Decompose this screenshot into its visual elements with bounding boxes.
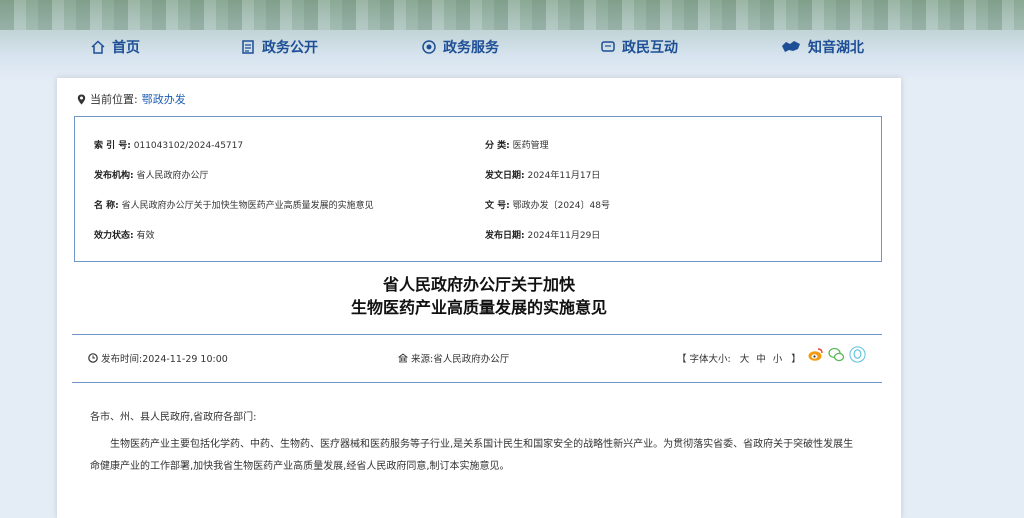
meta-issue-date-value: 2024年11月17日 [527,171,601,181]
document-meta-table: 索 引 号: 011043102/2024-45717 分 类: 医药管理 发布… [74,116,882,262]
nav-interaction[interactable]: 政民互动 [600,37,678,57]
body-paragraph-1: 生物医药产业主要包括化学药、中药、生物药、医疗器械和医药服务等子行业,是关系国计… [90,439,854,472]
meta-category-label: 分 类: [485,141,510,151]
qq-icon[interactable] [849,346,866,363]
banner-scenery [0,0,1024,30]
document-title-line1: 省人民政府办公厅关于加快 [382,275,575,294]
meta-org-value: 省人民政府办公厅 [136,171,209,181]
content-card: 当前位置: 鄂政办发 索 引 号: 011043102/2024-45717 分… [57,78,901,518]
meta-status-label: 效力状态: [94,231,134,241]
document-body: 各市、州、县人民政府,省政府各部门: 生物医药产业主要包括化学药、中药、生物药、… [90,407,860,478]
building-icon [398,353,408,363]
breadcrumb: 当前位置: 鄂政办发 [77,91,186,107]
publish-time: 发布时间:2024-11-29 10:00 [88,351,228,365]
meta-category: 分 类: 医药管理 [485,138,549,151]
clock-icon [88,353,98,363]
nav-gov-service-label: 政务服务 [443,40,499,56]
meta-index-value: 011043102/2024-45717 [133,141,244,151]
share-buttons [807,346,866,363]
font-size-medium[interactable]: 中 [756,351,766,365]
font-size-label: 【 字体大小: [677,354,731,365]
meta-docno-value: 鄂政办发〔2024〕48号 [512,201,610,211]
service-icon [422,40,436,54]
document-title-line2: 生物医药产业高质量发展的实施意见 [350,298,607,317]
meta-pub-date-value: 2024年11月29日 [527,231,601,241]
meta-docno: 文 号: 鄂政办发〔2024〕48号 [485,198,610,211]
publish-time-text: 发布时间:2024-11-29 10:00 [101,354,228,365]
font-size-close: 】 [791,354,801,365]
meta-pub-date: 发布日期: 2024年11月29日 [485,228,600,241]
meta-issue-date-label: 发文日期: [485,171,525,181]
main-nav: 首页 政务公开 政务服务 政民互动 知音湖北 [0,37,1024,61]
body-salutation: 各市、州、县人民政府,省政府各部门: [90,412,257,423]
meta-pub-date-label: 发布日期: [485,231,525,241]
nav-home-label: 首页 [112,40,140,56]
nav-zhiyin-hubei-label: 知音湖北 [808,40,864,56]
nav-gov-open[interactable]: 政务公开 [240,37,318,57]
document-info-bar: 发布时间:2024-11-29 10:00 来源:省人民政府办公厅 【 字体大小… [72,334,882,382]
meta-status: 效力状态: 有效 [94,228,155,241]
nav-zhiyin-hubei[interactable]: 知音湖北 [780,37,864,57]
chat-icon [601,41,615,52]
document-icon [242,40,254,54]
meta-org-label: 发布机构: [94,171,134,181]
meta-issue-date: 发文日期: 2024年11月17日 [485,168,600,181]
nav-home[interactable]: 首页 [90,37,140,57]
nav-gov-open-label: 政务公开 [262,40,318,56]
meta-status-value: 有效 [136,231,155,241]
source-text: 来源:省人民政府办公厅 [411,354,510,365]
wechat-icon[interactable] [828,346,845,363]
meta-org: 发布机构: 省人民政府办公厅 [94,168,209,181]
meta-name-value: 省人民政府办公厅关于加快生物医药产业高质量发展的实施意见 [121,201,374,211]
nav-gov-service[interactable]: 政务服务 [421,37,499,57]
font-size-controls: 【 字体大小: 大 中 小 】 [677,351,801,365]
nav-interaction-label: 政民互动 [622,40,678,56]
hubei-map-icon [782,41,800,52]
meta-docno-label: 文 号: [485,201,510,211]
home-icon [91,40,105,54]
breadcrumb-link[interactable]: 鄂政办发 [142,91,186,107]
meta-index-label: 索 引 号: [94,141,131,151]
breadcrumb-label: 当前位置: [90,93,138,106]
weibo-icon[interactable] [807,346,824,363]
source: 来源:省人民政府办公厅 [398,351,509,365]
meta-category-value: 医药管理 [512,141,549,151]
location-pin-icon [77,94,86,104]
divider-bottom [72,382,882,383]
meta-name: 名 称: 省人民政府办公厅关于加快生物医药产业高质量发展的实施意见 [94,198,374,211]
document-title: 省人民政府办公厅关于加快 生物医药产业高质量发展的实施意见 [57,273,901,319]
font-size-small[interactable]: 小 [773,351,783,365]
font-size-large[interactable]: 大 [740,351,750,365]
meta-index: 索 引 号: 011043102/2024-45717 [94,138,243,151]
meta-name-label: 名 称: [94,201,119,211]
